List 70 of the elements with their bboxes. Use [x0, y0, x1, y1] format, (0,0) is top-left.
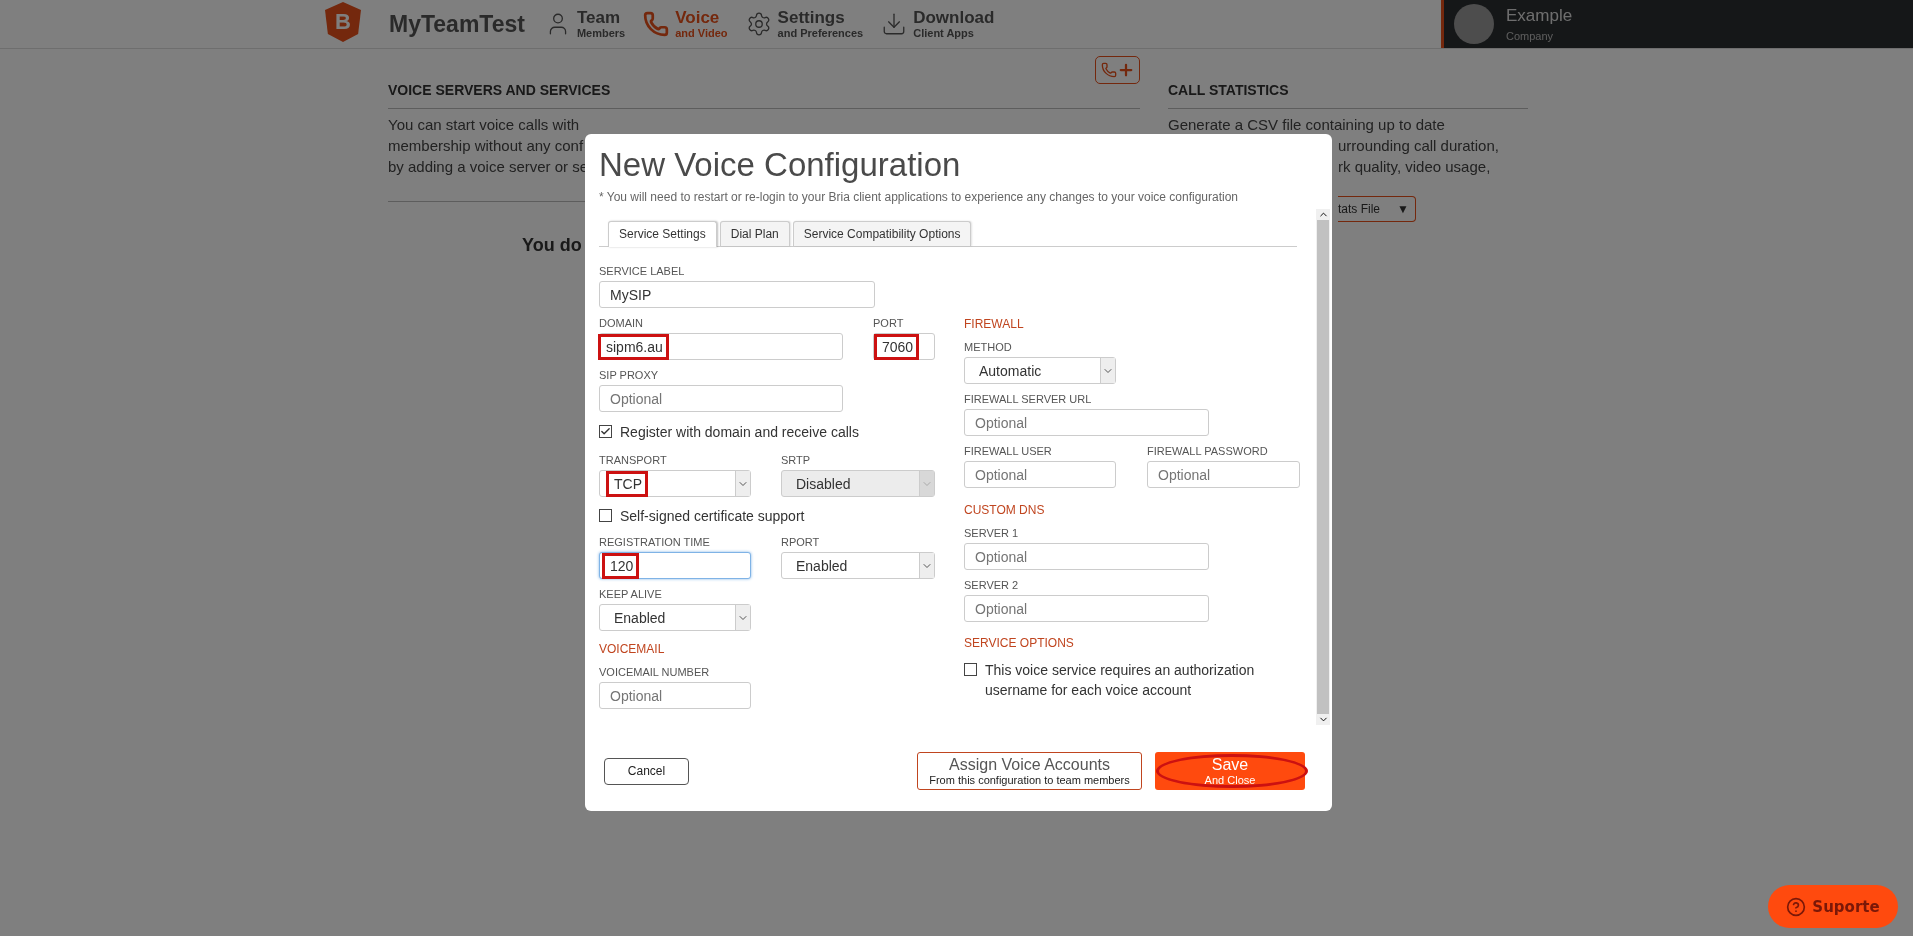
- select-field[interactable]: Enabled: [781, 552, 935, 579]
- input-field[interactable]: 7060: [873, 333, 935, 360]
- field-label: DOMAIN: [599, 317, 644, 329]
- body-text: membership without any conf: [388, 136, 584, 156]
- input-field[interactable]: 120: [599, 552, 751, 579]
- section-heading: VOICE SERVERS AND SERVICES: [388, 82, 611, 98]
- user-name: Example: [1506, 6, 1573, 26]
- company-name: Company: [1506, 30, 1555, 42]
- body-text: rk quality, video usage,: [1337, 157, 1491, 177]
- checkbox-label: This voice service requires an authorization username for each voice account: [985, 661, 1256, 700]
- checkbox[interactable]: [599, 425, 612, 438]
- tab[interactable]: Service Compatibility Options: [792, 221, 972, 246]
- input-field[interactable]: Optional: [964, 461, 1116, 488]
- tab[interactable]: Dial Plan: [719, 221, 790, 246]
- field-label: REGISTRATION TIME: [599, 536, 711, 548]
- input-field[interactable]: Optional: [964, 543, 1209, 570]
- app-name: MyTeamTest: [389, 10, 525, 38]
- field-label: VOICEMAIL NUMBER: [599, 666, 711, 678]
- input-field[interactable]: MySIP: [599, 281, 875, 308]
- section-heading: SERVICE OPTIONS: [964, 636, 1075, 650]
- input-field[interactable]: Optional: [599, 682, 751, 709]
- field-label: FIREWALL SERVER URL: [964, 393, 1093, 405]
- section-heading: VOICEMAIL: [599, 642, 666, 656]
- checkbox-label: Self-signed certificate support: [620, 507, 805, 526]
- input-field[interactable]: Optional: [964, 409, 1209, 436]
- input-field[interactable]: sipm6.au: [599, 333, 843, 360]
- field-label: SERVER 1: [964, 527, 1020, 539]
- nav-item[interactable]: Download Client Apps: [881, 9, 995, 39]
- add-phone-button[interactable]: [1095, 56, 1140, 84]
- field-label: SRTP: [781, 454, 812, 466]
- cancel-button[interactable]: Cancel: [604, 757, 689, 785]
- field-label: KEEP ALIVE: [599, 588, 663, 600]
- phone-icon: [1100, 62, 1117, 78]
- field-label: SERVICE LABEL: [599, 265, 686, 277]
- download-stats-button[interactable]: tats File ▼: [1338, 196, 1416, 222]
- checkbox[interactable]: [964, 663, 977, 676]
- body-text: Generate a CSV file containing up to date: [1168, 115, 1445, 135]
- notice-text: You do: [522, 235, 582, 256]
- scrollbar[interactable]: [1316, 209, 1330, 725]
- input-field[interactable]: Optional: [1147, 461, 1300, 488]
- input-field[interactable]: Optional: [964, 595, 1209, 622]
- dialog-note: * You will need to restart or re-login to your Bria client applications to experience any changes to your voice configuration: [599, 190, 1240, 204]
- help-icon: [1786, 896, 1807, 917]
- nav-item[interactable]: Settings and Preferences: [745, 9, 864, 39]
- select-field[interactable]: TCP: [599, 470, 751, 497]
- field-label: METHOD: [964, 341, 1013, 353]
- field-label: FIREWALL USER: [964, 445, 1053, 457]
- assign-button[interactable]: Assign Voice Accounts From this configuration to team members: [917, 752, 1142, 790]
- field-label: PORT: [873, 317, 905, 329]
- field-label: FIREWALL PASSWORD: [1147, 445, 1269, 457]
- field-label: RPORT: [781, 536, 821, 548]
- input-field[interactable]: Optional: [599, 385, 843, 412]
- field-label: TRANSPORT: [599, 454, 668, 466]
- phone-icon: [643, 11, 670, 37]
- checkbox-label: Register with domain and receive calls: [620, 423, 859, 442]
- avatar: [1454, 4, 1494, 44]
- nav-item[interactable]: Team Members: [544, 9, 626, 39]
- field-label: SERVER 2: [964, 579, 1020, 591]
- select-field[interactable]: Automatic: [964, 357, 1116, 384]
- body-text: You can start voice calls with: [388, 115, 580, 135]
- dialog-title: New Voice Configuration: [599, 146, 962, 184]
- select-field[interactable]: Enabled: [599, 604, 751, 631]
- section-heading: FIREWALL: [964, 317, 1025, 331]
- checkbox[interactable]: [599, 509, 612, 522]
- tab[interactable]: Service Settings: [608, 221, 717, 247]
- user-panel[interactable]: Example Company: [1441, 0, 1913, 48]
- section-heading: CALL STATISTICS: [1168, 82, 1289, 98]
- field-label: SIP PROXY: [599, 369, 660, 381]
- section-heading: CUSTOM DNS: [964, 503, 1046, 517]
- body-text: urrounding call duration,: [1337, 136, 1499, 156]
